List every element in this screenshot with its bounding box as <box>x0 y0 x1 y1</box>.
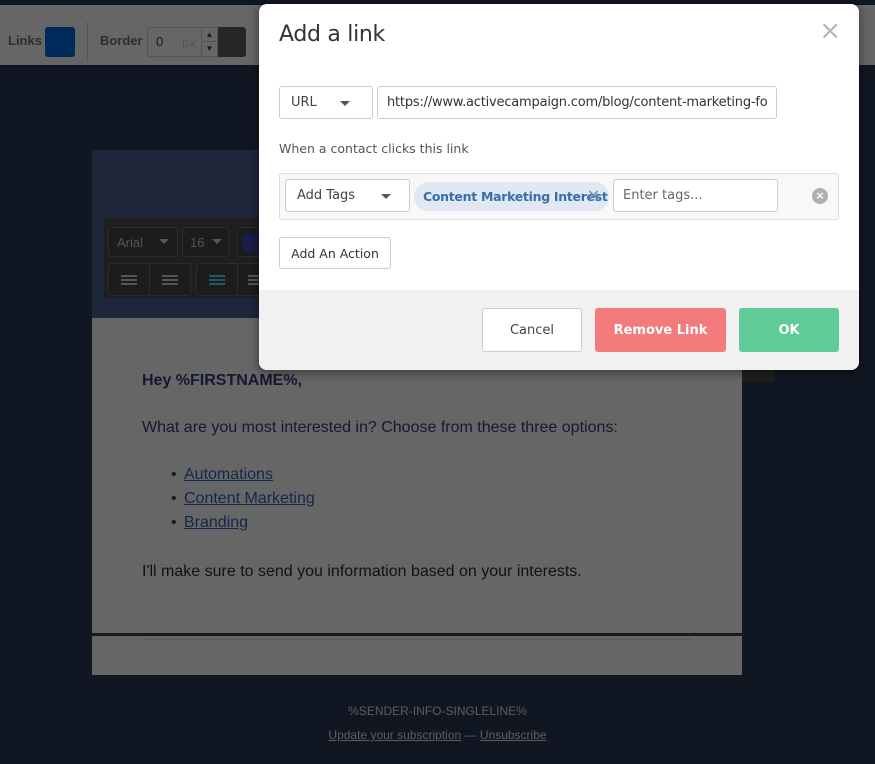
remove-link-button[interactable]: Remove Link <box>595 308 726 352</box>
font-size-select[interactable]: 16 <box>182 227 229 257</box>
link-type-value: URL <box>291 95 317 110</box>
tags-input[interactable] <box>613 179 778 212</box>
horizontal-rule <box>142 639 692 640</box>
font-family-value: Arial <box>117 235 144 250</box>
options-list: Automations Content Marketing Branding <box>171 466 315 538</box>
option-link-automations[interactable]: Automations <box>184 466 273 483</box>
font-family-select[interactable]: Arial <box>108 227 178 257</box>
remove-action-icon[interactable]: × <box>812 188 828 204</box>
unsubscribe-link[interactable]: Unsubscribe <box>480 728 547 742</box>
border-unit: px <box>182 35 196 50</box>
option-link-branding[interactable]: Branding <box>184 514 248 531</box>
chevron-down-icon <box>212 239 222 244</box>
list-item: Content Marketing <box>171 490 315 514</box>
link-action-row: Add Tags Content Marketing Interest ✕ × <box>279 173 839 220</box>
font-size-value: 16 <box>190 235 205 250</box>
tag-chip: Content Marketing Interest ✕ <box>414 182 609 211</box>
chevron-down-icon <box>340 100 350 106</box>
modal-footer: Cancel Remove Link OK <box>259 290 859 370</box>
close-icon[interactable]: × <box>819 18 841 44</box>
stepper-down-icon[interactable]: ▼ <box>202 42 217 56</box>
border-label: Border <box>100 33 143 48</box>
border-width-input[interactable]: 0 px <box>147 27 203 57</box>
indent-button[interactable] <box>108 263 150 296</box>
url-input[interactable] <box>377 86 777 119</box>
link-type-select[interactable]: URL <box>279 86 373 119</box>
toolbar-divider <box>87 22 88 62</box>
border-color-swatch[interactable] <box>218 27 246 57</box>
modal-title: Add a link <box>279 22 385 47</box>
add-action-button[interactable]: Add An Action <box>279 237 391 269</box>
tag-label: Content Marketing Interest <box>423 189 608 204</box>
outdent-icon <box>162 274 178 285</box>
outdent-button[interactable] <box>149 263 191 296</box>
stepper-up-icon[interactable]: ▲ <box>202 28 217 42</box>
list-item: Branding <box>171 514 315 538</box>
chevron-down-icon <box>159 239 169 244</box>
border-width-stepper[interactable]: ▲ ▼ <box>201 27 218 57</box>
chevron-down-icon <box>381 193 391 199</box>
action-type-select[interactable]: Add Tags <box>285 179 410 212</box>
option-link-content-marketing[interactable]: Content Marketing <box>184 490 315 507</box>
action-type-value: Add Tags <box>297 188 356 203</box>
list-item: Automations <box>171 466 315 490</box>
update-subscription-link[interactable]: Update your subscription <box>328 728 461 742</box>
email-footer-block[interactable] <box>92 636 742 675</box>
bullet-list-icon <box>209 274 225 285</box>
links-color-swatch[interactable] <box>45 27 75 57</box>
sender-info: %SENDER-INFO-SINGLELINE% <box>348 704 527 718</box>
links-label: Links <box>8 33 42 48</box>
add-link-modal: Add a link × URL When a contact clicks t… <box>259 4 859 370</box>
link-separator: — <box>464 728 477 742</box>
border-width-value: 0 <box>156 34 164 49</box>
remove-tag-icon[interactable]: ✕ <box>587 186 600 205</box>
email-greeting: Hey %FIRSTNAME%, <box>142 372 303 389</box>
cancel-button[interactable]: Cancel <box>482 308 582 352</box>
when-clicked-label: When a contact clicks this link <box>279 141 469 156</box>
indent-icon <box>121 274 137 285</box>
subscription-links: Update your subscription — Unsubscribe <box>0 728 875 742</box>
bullet-list-button[interactable] <box>196 263 238 296</box>
ok-button[interactable]: OK <box>739 308 839 352</box>
email-closing: I'll make sure to send you information b… <box>142 563 582 580</box>
email-question: What are you most interested in? Choose … <box>142 419 618 436</box>
